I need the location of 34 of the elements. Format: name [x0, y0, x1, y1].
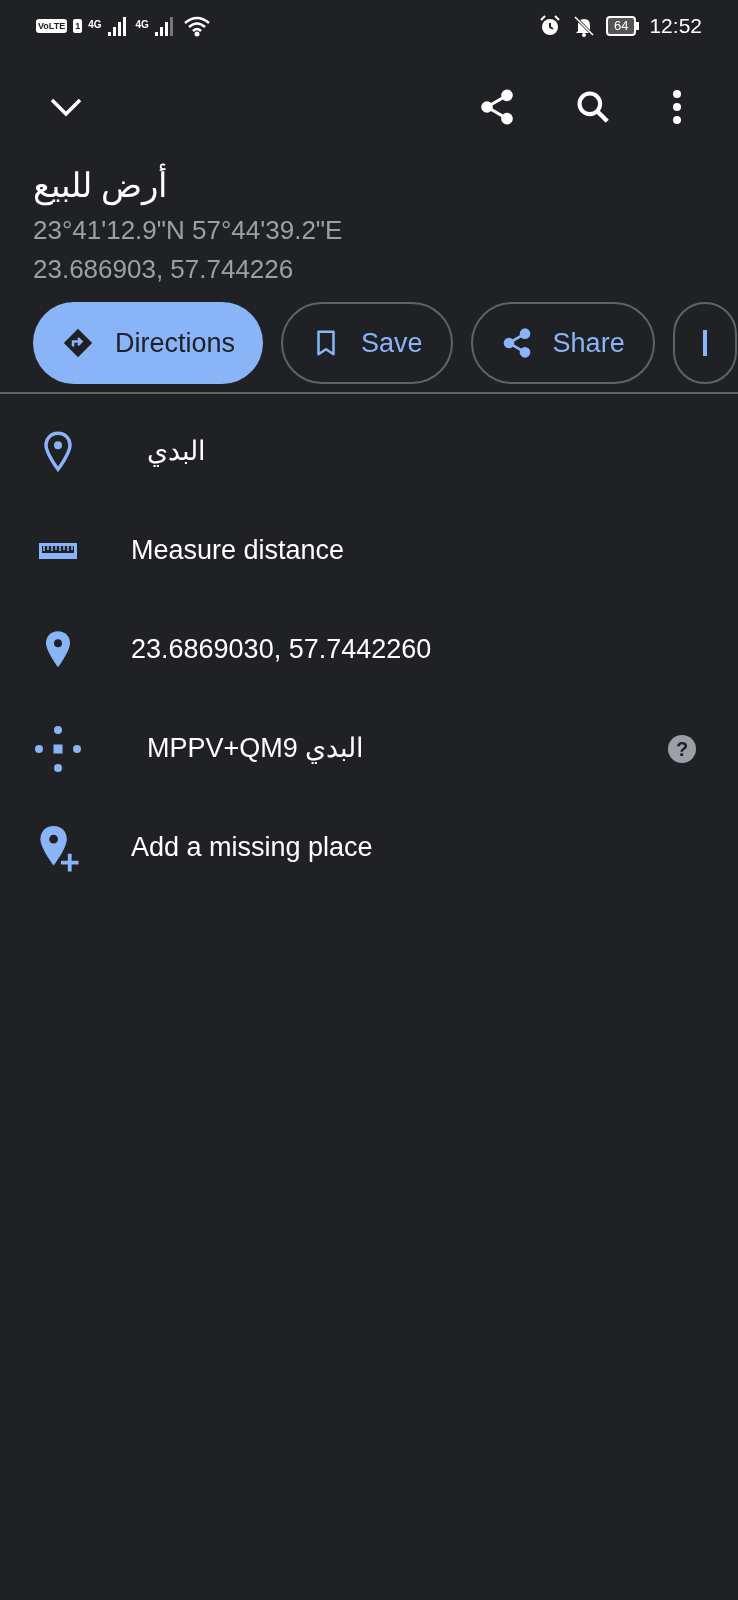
network-label: 4G	[135, 18, 149, 32]
info-row[interactable]: 23.6869030, 57.7442260	[0, 600, 738, 699]
row-text: Measure distance	[131, 534, 345, 568]
coordinates-dms: 23°41'12.9"N 57°44'39.2"E	[33, 214, 344, 247]
muted-bell-icon	[571, 14, 596, 38]
chevron-down-icon	[49, 97, 83, 117]
bar-icon	[702, 330, 707, 356]
network-label: 4G	[88, 18, 102, 32]
info-row[interactable]: البدي	[0, 402, 738, 501]
directions-icon	[61, 326, 95, 360]
help-icon[interactable]: ?	[668, 734, 696, 763]
action-button[interactable]: Directions	[33, 302, 264, 384]
wifi-icon	[182, 15, 211, 37]
action-button[interactable]	[672, 302, 737, 384]
info-row[interactable]: MPPV+QM9 البدي ?	[0, 699, 738, 798]
row-text: البدي	[147, 435, 206, 469]
plus-code-icon	[34, 724, 82, 773]
sim-badge: 1	[73, 19, 83, 33]
coordinates-decimal: 23.686903, 57.744226	[33, 253, 295, 286]
more-options-icon	[671, 89, 683, 125]
search-icon	[574, 88, 612, 126]
action-button[interactable]: Save	[281, 302, 453, 384]
volte-badge: VoLTE	[36, 19, 68, 33]
clock: 12:52	[649, 13, 702, 40]
info-row[interactable]: Add a missing place	[0, 798, 738, 897]
location-pin-icon	[42, 429, 74, 474]
place-title: أرض للبيع	[33, 162, 168, 208]
info-row[interactable]: Measure distance	[0, 501, 738, 600]
row-text: MPPV+QM9 البدي	[147, 732, 365, 766]
row-text: Add a missing place	[131, 831, 373, 865]
ruler-icon	[38, 540, 78, 561]
battery-level: 64	[605, 16, 637, 36]
row-text: 23.6869030, 57.7442260	[131, 633, 432, 667]
action-button[interactable]: Share	[470, 302, 655, 384]
